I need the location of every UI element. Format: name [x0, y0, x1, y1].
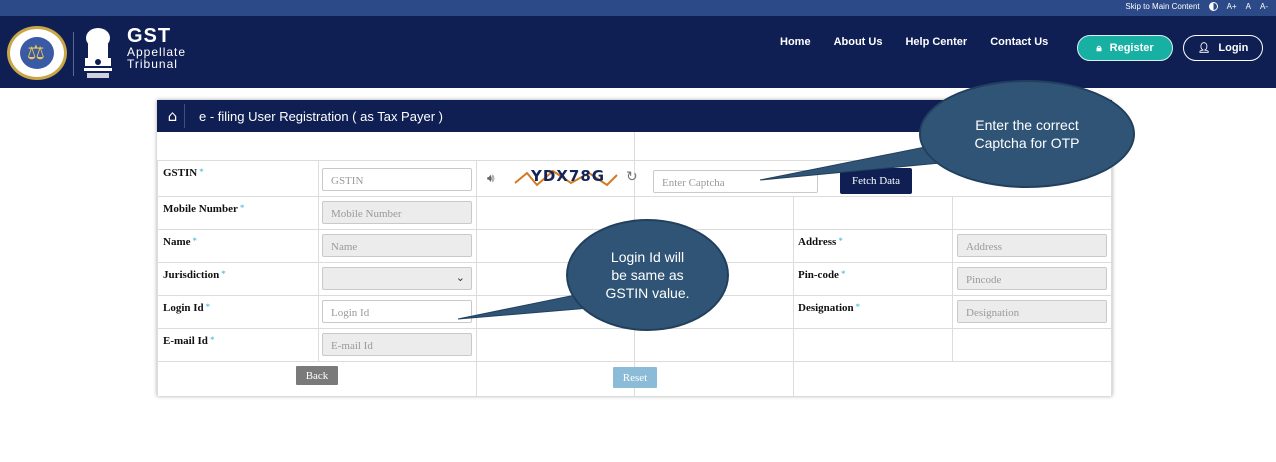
logo-divider	[73, 32, 74, 76]
logo-subtitle-2: Tribunal	[127, 57, 178, 71]
audio-captcha-icon[interactable]: 🔊︎	[487, 171, 495, 186]
tribunal-seal-logo[interactable]	[7, 26, 67, 80]
email-input[interactable]: E-mail Id	[322, 333, 472, 356]
login-label: Login	[1218, 42, 1249, 54]
gstin-label: GSTIN *	[163, 167, 204, 179]
nav-contact-us[interactable]: Contact Us	[990, 36, 1048, 48]
site-header: GST Appellate Tribunal Home About Us Hel…	[0, 16, 1276, 88]
pincode-input[interactable]: Pincode	[957, 267, 1107, 290]
address-input[interactable]: Address	[957, 234, 1107, 257]
reset-button[interactable]: Reset	[613, 367, 657, 388]
email-label: E-mail Id *	[163, 335, 215, 347]
font-increase-link[interactable]: A+	[1227, 2, 1237, 11]
back-button[interactable]: Back	[296, 366, 338, 385]
main-nav: Home About Us Help Center Contact Us	[780, 36, 1071, 48]
refresh-captcha-icon[interactable]: ↻	[626, 169, 638, 185]
font-normal-link[interactable]: A	[1246, 2, 1251, 11]
jurisdiction-select[interactable]: ⌄	[322, 267, 472, 290]
nav-home[interactable]: Home	[780, 36, 811, 48]
designation-input[interactable]: Designation	[957, 300, 1107, 323]
skip-to-main-content-link[interactable]: Skip to Main Content	[1125, 2, 1199, 11]
pincode-label: Pin-code *	[798, 269, 846, 281]
grid-divider	[318, 160, 319, 361]
fetch-data-button[interactable]: Fetch Data	[840, 168, 912, 194]
lock-icon: 🔒︎	[1096, 42, 1102, 54]
captcha-callout-line-1: Enter the correct	[975, 117, 1079, 133]
gstin-input[interactable]: GSTIN	[322, 168, 472, 191]
accessibility-links: Skip to Main Content A+ A A-	[1125, 2, 1268, 11]
captcha-callout-line-2: Captcha for OTP	[974, 135, 1080, 151]
login-id-callout: Login Id will be same as GSTIN value.	[566, 219, 729, 331]
mobile-number-input[interactable]: Mobile Number	[322, 201, 472, 224]
name-label: Name *	[163, 236, 197, 248]
national-emblem-logo	[84, 28, 112, 78]
nav-about-us[interactable]: About Us	[834, 36, 883, 48]
captcha-input[interactable]: Enter Captcha	[653, 170, 818, 193]
login-id-input[interactable]: Login Id	[322, 300, 472, 323]
name-input[interactable]: Name	[322, 234, 472, 257]
mobile-label: Mobile Number *	[163, 203, 245, 215]
chevron-down-icon: ⌄	[455, 271, 465, 284]
top-utility-bar: Skip to Main Content A+ A A-	[0, 0, 1276, 16]
form-title: e - filing User Registration ( as Tax Pa…	[199, 109, 443, 124]
grid-divider	[1111, 160, 1112, 396]
site-logo-text[interactable]: GST Appellate Tribunal	[127, 26, 186, 70]
captcha-image: YDX78G	[514, 167, 618, 187]
register-label: Register	[1109, 42, 1154, 54]
contrast-toggle-icon[interactable]	[1208, 2, 1218, 11]
captcha-text: YDX78G	[530, 167, 605, 185]
user-icon: 👤︎	[1197, 42, 1211, 54]
jurisdiction-label: Jurisdiction *	[163, 269, 226, 281]
home-icon[interactable]: ⌂	[161, 104, 185, 128]
nav-help-center[interactable]: Help Center	[905, 36, 967, 48]
login-callout-line-3: GSTIN value.	[605, 285, 690, 301]
designation-label: Designation *	[798, 302, 861, 314]
login-callout-line-1: Login Id will	[610, 249, 685, 265]
register-button[interactable]: 🔒︎ Register	[1077, 35, 1173, 61]
font-decrease-link[interactable]: A-	[1260, 2, 1268, 11]
login-button[interactable]: 👤︎ Login	[1183, 35, 1263, 61]
grid-divider	[793, 196, 794, 396]
grid-divider	[476, 160, 477, 396]
grid-divider	[952, 196, 953, 361]
grid-divider	[157, 160, 158, 396]
address-label: Address *	[798, 236, 843, 248]
login-callout-line-2: be same as	[611, 267, 684, 283]
captcha-callout: Enter the correct Captcha for OTP	[919, 80, 1135, 188]
logo-title: GST	[127, 25, 172, 47]
login-id-label: Login Id *	[163, 302, 211, 314]
